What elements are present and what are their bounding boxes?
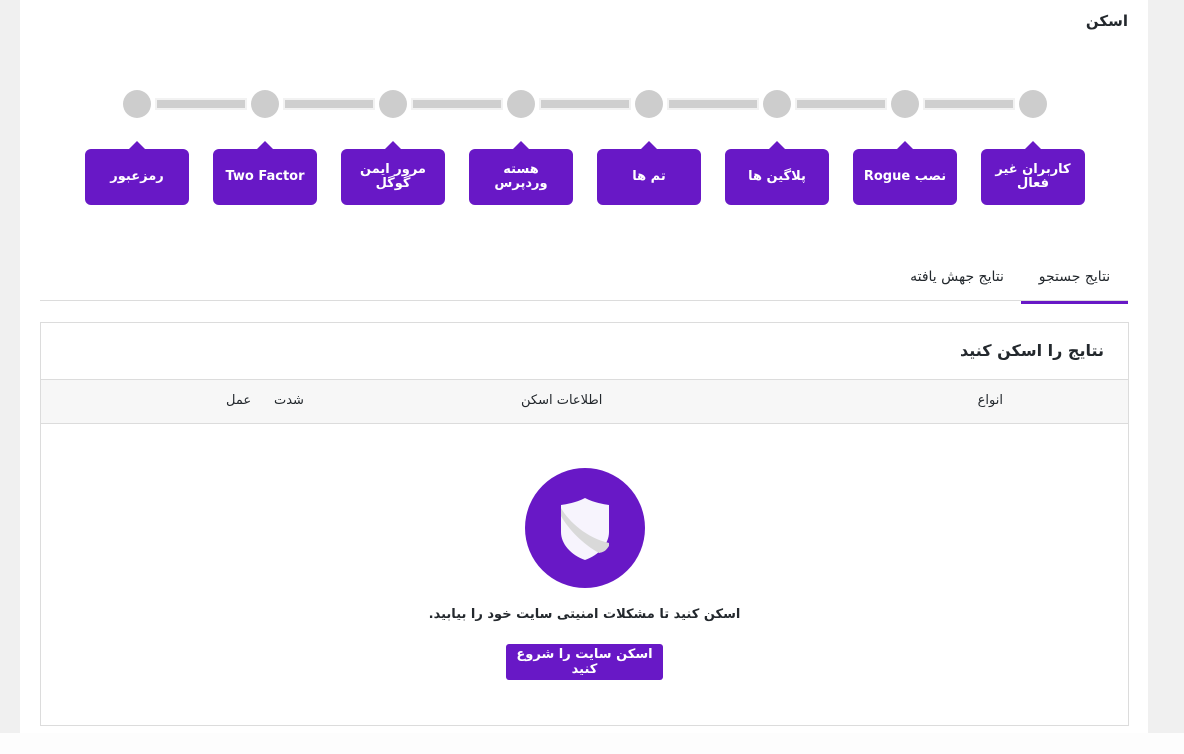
- step-dot-themes: [635, 90, 663, 118]
- column-scan-info: اطلاعات اسکن: [521, 393, 603, 408]
- card-title: نتایج را اسکن کنید: [959, 341, 1104, 360]
- tabs-divider: [40, 300, 1128, 301]
- scan-results-card: نتایج را اسکن کنید انواع اطلاعات اسکن شد…: [40, 322, 1129, 726]
- step-connector: [669, 100, 757, 108]
- step-dot-rogue-install: [891, 90, 919, 118]
- column-action: عمل: [226, 393, 252, 408]
- shield-icon: [561, 498, 609, 560]
- step-wp-core[interactable]: هسته وردپرس: [469, 141, 573, 205]
- step-connector: [925, 100, 1013, 108]
- empty-state-message: اسکن کنید تا مشکلات امنیتی سایت خود را ب…: [428, 607, 741, 622]
- step-dot-google-safe-browsing: [379, 90, 407, 118]
- column-severity: شدت: [274, 393, 304, 408]
- step-two-factor[interactable]: Two Factor: [213, 141, 317, 205]
- start-scan-button[interactable]: اسکن سایت را شروع کنید: [506, 644, 663, 680]
- column-types: انواع: [977, 393, 1003, 408]
- step-rogue-install[interactable]: نصب Rogue: [853, 141, 957, 205]
- step-dot-plugins: [763, 90, 791, 118]
- step-connector: [541, 100, 629, 108]
- step-dot-password: [123, 90, 151, 118]
- shield-badge: [525, 468, 645, 588]
- step-connector: [157, 100, 245, 108]
- step-connector: [797, 100, 885, 108]
- table-header: انواع اطلاعات اسکن شدت عمل: [41, 379, 1128, 424]
- scan-steps: کاربران غیر فعال نصب Rogue پلاگین ها تم …: [0, 0, 1184, 230]
- tab-search-results[interactable]: نتایج جستجو: [1021, 266, 1128, 304]
- step-connector: [285, 100, 373, 108]
- step-google-safe-browsing[interactable]: مرور ایمن گوگل: [341, 141, 445, 205]
- step-password[interactable]: رمزعبور: [85, 141, 189, 205]
- step-dot-inactive-users: [1019, 90, 1047, 118]
- step-themes[interactable]: تم ها: [597, 141, 701, 205]
- step-connector: [413, 100, 501, 108]
- step-inactive-users[interactable]: کاربران غیر فعال: [981, 141, 1085, 205]
- tab-mutated-results[interactable]: نتایج جهش یافته: [905, 266, 1009, 300]
- step-plugins[interactable]: پلاگین ها: [725, 141, 829, 205]
- step-dot-wp-core: [507, 90, 535, 118]
- step-dot-two-factor: [251, 90, 279, 118]
